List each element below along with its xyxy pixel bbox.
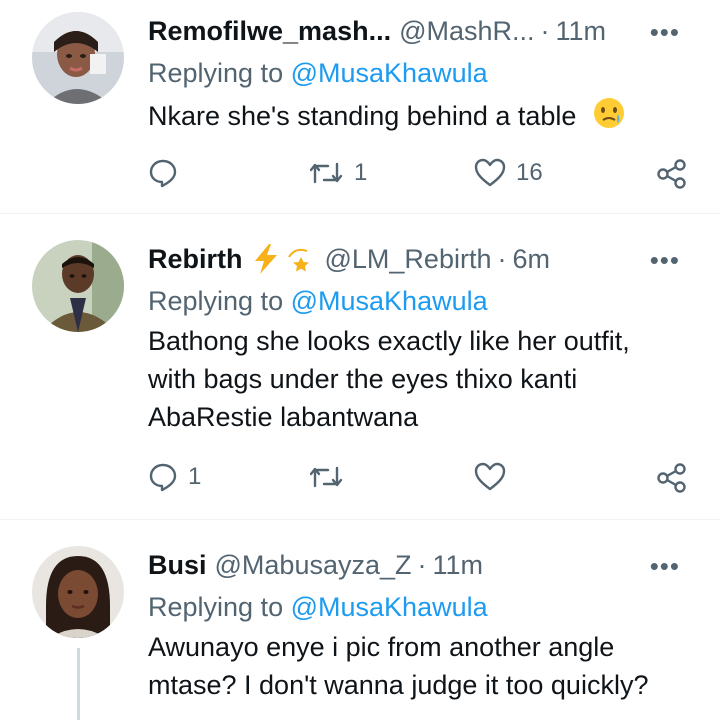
retweet-button[interactable]: 1	[308, 158, 367, 188]
author-handle[interactable]: @LM_Rebirth	[325, 242, 492, 276]
more-options-icon[interactable]: •••	[650, 247, 680, 273]
share-button[interactable]	[656, 158, 688, 190]
tweet-1[interactable]: Remofilwe_mash... @MashR... · 11m ••• Re…	[0, 0, 720, 214]
replying-to: Replying to @MusaKhawula	[148, 56, 488, 90]
heart-icon	[474, 462, 506, 492]
share-icon	[656, 158, 688, 190]
heart-icon	[474, 158, 506, 188]
tweet-text: Nkare she's standing behind a table	[148, 96, 680, 140]
retweet-button[interactable]	[308, 462, 354, 492]
retweet-icon	[308, 158, 344, 188]
share-button[interactable]	[656, 462, 688, 494]
tweet-header: Busi @Mabusayza_Z · 11m	[148, 548, 680, 582]
reply-icon	[148, 462, 178, 492]
tweet-2[interactable]: Rebirth @LM_Rebirth · 6m ••• Replying to…	[0, 214, 720, 520]
like-button[interactable]	[474, 462, 516, 492]
like-count: 16	[516, 159, 543, 186]
author-name[interactable]: Remofilwe_mash...	[148, 14, 391, 48]
like-button[interactable]: 16	[474, 158, 543, 188]
tweet-text: Bathong she looks exactly like her outfi…	[148, 322, 680, 436]
timestamp[interactable]: 11m	[556, 14, 607, 48]
tweet-text-line: mtase? I don't wanna judge it too quickl…	[148, 670, 649, 700]
tear-smile-emoji-icon	[592, 96, 626, 140]
replying-to-label: Replying to	[148, 592, 284, 622]
thread-line	[77, 648, 80, 720]
replying-to-label: Replying to	[148, 286, 284, 316]
author-handle[interactable]: @MashR...	[399, 14, 534, 48]
author-handle[interactable]: @Mabusayza_Z	[215, 548, 412, 582]
tweet-header: Remofilwe_mash... @MashR... · 11m	[148, 14, 680, 48]
replying-to: Replying to @MusaKhawula	[148, 590, 488, 624]
tweet-text-line: Awunayo enye i pic from another angle	[148, 632, 615, 662]
share-icon	[656, 462, 688, 494]
avatar[interactable]	[32, 12, 124, 104]
tweet-actions: 1	[148, 462, 688, 496]
reply-icon	[148, 158, 178, 188]
lightning-icon	[251, 243, 281, 275]
retweet-icon	[308, 462, 344, 492]
mention-link[interactable]: @MusaKhawula	[291, 592, 488, 622]
more-options-icon[interactable]: •••	[650, 19, 680, 45]
mention-link[interactable]: @MusaKhawula	[291, 286, 488, 316]
separator-dot: ·	[417, 550, 427, 580]
tweet-actions: 1 16	[148, 158, 688, 192]
tweet-header: Rebirth @LM_Rebirth · 6m	[148, 242, 680, 276]
dizzy-star-icon	[285, 243, 317, 275]
tweet-text: Awunayo enye i pic from another angle mt…	[148, 628, 680, 704]
mention-link[interactable]: @MusaKhawula	[291, 58, 488, 88]
reply-button[interactable]: 1	[148, 462, 201, 492]
tweet-text-line: Bathong she looks exactly like her outfi…	[148, 326, 630, 356]
reply-button[interactable]	[148, 158, 188, 188]
tweet-text-line: AbaRestie labantwana	[148, 402, 419, 432]
reply-count: 1	[188, 463, 202, 490]
timestamp[interactable]: 11m	[433, 548, 484, 582]
tweet-text-content: Nkare she's standing behind a table	[148, 101, 577, 132]
replying-to: Replying to @MusaKhawula	[148, 284, 488, 318]
replying-to-label: Replying to	[148, 58, 284, 88]
author-name[interactable]: Rebirth	[148, 242, 243, 276]
avatar[interactable]	[32, 240, 124, 332]
timestamp[interactable]: 6m	[512, 242, 550, 276]
tweet-3[interactable]: Busi @Mabusayza_Z · 11m ••• Replying to …	[0, 520, 720, 720]
tweet-text-line: with bags under the eyes thixo kanti	[148, 364, 578, 394]
avatar[interactable]	[32, 546, 124, 638]
more-options-icon[interactable]: •••	[650, 553, 680, 579]
retweet-count: 1	[354, 159, 368, 186]
author-name[interactable]: Busi	[148, 548, 207, 582]
separator-dot: ·	[540, 16, 550, 46]
separator-dot: ·	[497, 244, 507, 274]
